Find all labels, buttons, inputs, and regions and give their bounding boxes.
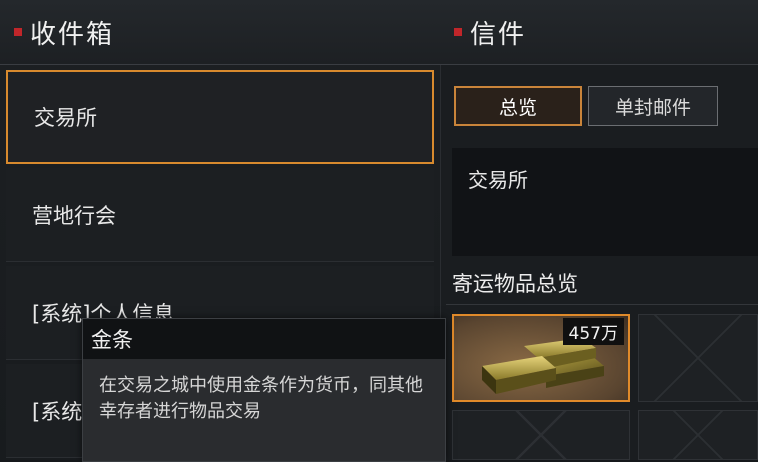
- letter-header: 信件: [440, 0, 758, 65]
- sender-name: 交易所: [468, 168, 528, 192]
- inbox-item-exchange[interactable]: 交易所: [6, 70, 434, 164]
- tab-single-mail[interactable]: 单封邮件: [588, 86, 718, 126]
- inbox-title: 收件箱: [30, 19, 115, 50]
- item-quantity: 457万: [562, 318, 624, 345]
- item-slot-empty: [452, 410, 630, 460]
- inbox-item-label: 营地行会: [32, 203, 116, 228]
- inbox-header: 收件箱: [0, 0, 440, 65]
- header-marker: [14, 28, 22, 36]
- section-title: 寄运物品总览: [452, 272, 578, 296]
- tab-label: 总览: [498, 96, 537, 119]
- sender-box: 交易所: [452, 148, 758, 256]
- inbox-item-label: 交易所: [34, 106, 97, 130]
- letter-title: 信件: [470, 19, 527, 50]
- divider: [446, 304, 758, 305]
- tab-label: 单封邮件: [614, 96, 691, 119]
- item-slot-empty: [638, 314, 758, 402]
- header-marker: [454, 28, 462, 36]
- item-tooltip: 金条 在交易之城中使用金条作为货币，同其他幸存者进行物品交易: [82, 318, 446, 462]
- tab-overview[interactable]: 总览: [454, 86, 582, 126]
- inbox-item-camp-guild[interactable]: 营地行会: [6, 168, 434, 262]
- item-slot-gold-bars[interactable]: 457万: [452, 314, 630, 402]
- item-slot-empty: [638, 410, 758, 460]
- tooltip-title: 金条: [83, 319, 445, 359]
- tooltip-description: 在交易之城中使用金条作为货币，同其他幸存者进行物品交易: [99, 375, 423, 422]
